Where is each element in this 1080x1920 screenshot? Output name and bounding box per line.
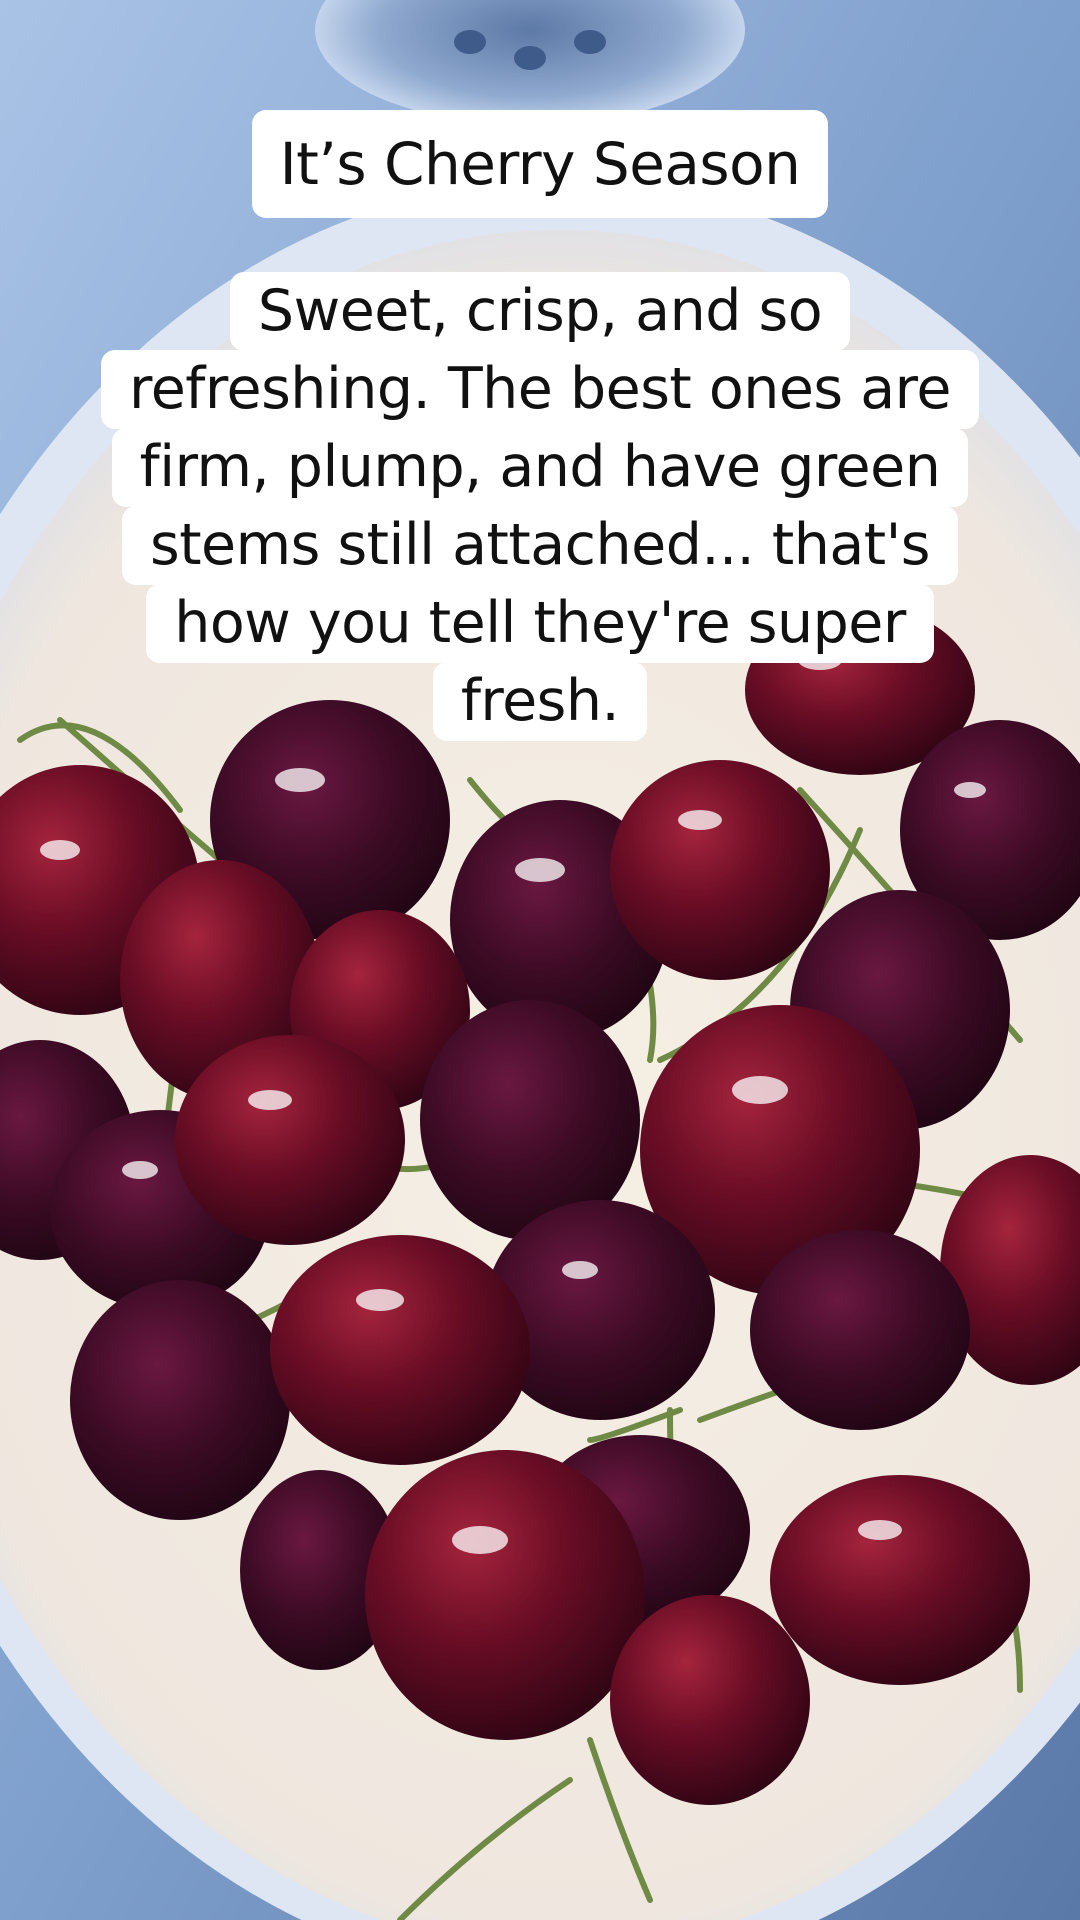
cherry	[610, 1595, 810, 1805]
caption-line: refreshing. The best ones are	[101, 350, 979, 429]
cherry	[175, 1035, 405, 1245]
cherry	[365, 1450, 645, 1740]
cherry	[70, 1280, 290, 1520]
caption-line: stems still attached... that's	[122, 506, 958, 585]
caption-line: Sweet, crisp, and so	[229, 272, 851, 351]
body-caption: Sweet, crisp, and so refreshing. The bes…	[0, 272, 1080, 741]
drain-hole	[514, 46, 546, 70]
title-caption: It’s Cherry Season	[0, 110, 1080, 218]
drain-hole	[574, 30, 606, 54]
cherry	[610, 760, 830, 980]
cherry	[770, 1475, 1030, 1685]
caption-line: fresh.	[432, 662, 648, 741]
caption-line: how you tell they're super	[146, 584, 934, 663]
drain-hole	[454, 30, 486, 54]
title-text: It’s Cherry Season	[251, 110, 829, 218]
cherry	[270, 1235, 530, 1465]
caption-line: firm, plump, and have green	[111, 428, 969, 507]
cherry	[750, 1230, 970, 1430]
